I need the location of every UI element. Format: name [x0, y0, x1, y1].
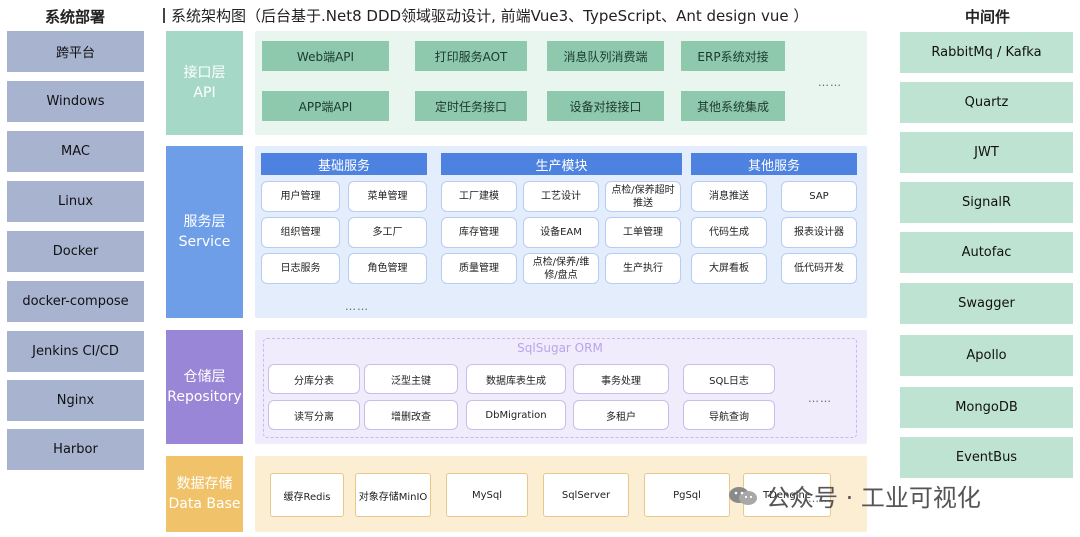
service-item: 点检/保养/维修/盘点	[523, 253, 599, 284]
repository-layer-label-cn: 仓储层	[183, 369, 226, 385]
api-item: 定时任务接口	[415, 91, 527, 121]
service-item: 工艺设计	[523, 181, 599, 212]
deploy-item: MAC	[7, 131, 144, 172]
deploy-item: 跨平台	[7, 31, 144, 72]
deploy-item: Docker	[7, 231, 144, 272]
deploy-item: Nginx	[7, 380, 144, 421]
repository-item: 多租户	[573, 400, 669, 430]
service-item: 多工厂	[348, 217, 427, 248]
diagram-title: 系统架构图（后台基于.Net8 DDD领域驱动设计, 前端Vue3、TypeSc…	[163, 5, 808, 26]
api-ellipsis: ……	[818, 76, 842, 89]
service-section-header: 生产模块	[441, 153, 682, 175]
service-item: 大屏看板	[691, 253, 767, 284]
repository-item: 增删改查	[364, 400, 458, 430]
watermark: 公众号 · 工业可视化	[728, 478, 981, 513]
service-item: 组织管理	[261, 217, 340, 248]
repository-item: DbMigration	[466, 400, 566, 430]
service-item: 角色管理	[348, 253, 427, 284]
service-item: 低代码开发	[781, 253, 857, 284]
database-item: 对象存储MinIO	[355, 473, 431, 517]
service-item: 代码生成	[691, 217, 767, 248]
service-layer-label: 服务层 Service	[166, 146, 243, 318]
service-item: 质量管理	[441, 253, 517, 284]
deploy-item: Windows	[7, 81, 144, 122]
repository-ellipsis: ……	[808, 392, 832, 405]
deploy-item: Jenkins CI/CD	[7, 331, 144, 372]
service-item: 日志服务	[261, 253, 340, 284]
service-item: 生产执行	[605, 253, 681, 284]
service-layer-label-cn: 服务层	[183, 214, 226, 230]
api-item: 其他系统集成	[681, 91, 785, 121]
repository-item: 导航查询	[683, 400, 775, 430]
service-item: 菜单管理	[348, 181, 427, 212]
service-layer-label-en: Service	[178, 234, 231, 250]
api-item: 设备对接接口	[547, 91, 664, 121]
service-item: 工厂建模	[441, 181, 517, 212]
api-item: 打印服务AOT	[415, 41, 527, 71]
title-bar	[163, 8, 165, 23]
middleware-item: Autofac	[900, 232, 1073, 273]
service-item: SAP	[781, 181, 857, 212]
service-item: 消息推送	[691, 181, 767, 212]
database-layer-label-en: Data Base	[168, 496, 241, 512]
repository-layer-label-en: Repository	[167, 389, 242, 405]
repository-item: 分库分表	[268, 364, 360, 394]
deploy-item: Linux	[7, 181, 144, 222]
service-item: 工单管理	[605, 217, 681, 248]
service-ellipsis: ……	[345, 300, 369, 313]
repository-item: 事务处理	[573, 364, 669, 394]
api-item: ERP系统对接	[681, 41, 785, 71]
database-layer-label: 数据存储 Data Base	[166, 456, 243, 532]
middleware-item: RabbitMq / Kafka	[900, 32, 1073, 73]
api-layer-label: 接口层 API	[166, 31, 243, 135]
middleware-item: JWT	[900, 132, 1073, 173]
middleware-item: SignalR	[900, 182, 1073, 223]
deploy-item: docker-compose	[7, 281, 144, 322]
service-item: 用户管理	[261, 181, 340, 212]
repository-item: 数据库表生成	[466, 364, 566, 394]
database-item: MySql	[446, 473, 528, 517]
database-item: 缓存Redis	[270, 473, 344, 517]
service-section-header: 其他服务	[691, 153, 857, 175]
middleware-item: MongoDB	[900, 387, 1073, 428]
api-item: 消息队列消费端	[547, 41, 664, 71]
middleware-header: 中间件	[964, 8, 1010, 26]
service-item: 报表设计器	[781, 217, 857, 248]
orm-title: SqlSugar ORM	[517, 341, 603, 355]
middleware-item: Swagger	[900, 283, 1073, 324]
service-item: 点检/保养超时推送	[605, 181, 681, 212]
repository-item: SQL日志	[683, 364, 775, 394]
service-item: 库存管理	[441, 217, 517, 248]
deploy-item: Harbor	[7, 429, 144, 470]
api-item: APP端API	[262, 91, 389, 121]
repository-item: 读写分离	[268, 400, 360, 430]
wechat-icon	[728, 485, 758, 507]
diagram-title-text: 系统架构图（后台基于.Net8 DDD领域驱动设计, 前端Vue3、TypeSc…	[171, 7, 809, 25]
api-layer-label-en: API	[193, 85, 216, 101]
service-section-header: 基础服务	[261, 153, 427, 175]
repository-item: 泛型主键	[364, 364, 458, 394]
middleware-item: Apollo	[900, 335, 1073, 376]
service-item: 设备EAM	[523, 217, 599, 248]
database-item: PgSql	[644, 473, 730, 517]
deploy-header: 系统部署	[44, 8, 105, 26]
api-layer-label-cn: 接口层	[183, 65, 226, 81]
repository-layer-label: 仓储层 Repository	[166, 330, 243, 444]
middleware-item: EventBus	[900, 437, 1073, 478]
database-layer-label-cn: 数据存储	[176, 476, 233, 492]
watermark-text: 公众号 · 工业可视化	[766, 484, 981, 512]
middleware-item: Quartz	[900, 82, 1073, 123]
database-item: SqlServer	[543, 473, 629, 517]
api-item: Web端API	[262, 41, 389, 71]
